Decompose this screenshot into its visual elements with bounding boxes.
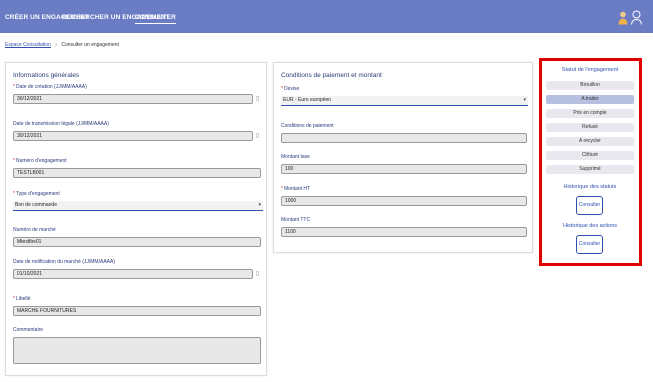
creation-date-field[interactable]: 30/12/2021	[13, 94, 253, 104]
general-info-title: Informations générales	[13, 72, 80, 79]
engagement-number-label: *Numéro d'engagement	[13, 158, 67, 164]
tax-amount-label: Montant taxe	[281, 154, 310, 160]
payment-conditions-field[interactable]	[281, 133, 527, 143]
status-item-brouillon[interactable]: Brouillon	[546, 81, 634, 90]
engagement-number-field[interactable]: TESTLB001	[13, 168, 261, 178]
chevron-down-icon: ▾	[258, 202, 261, 208]
amount-ht-label: *Montant HT	[281, 186, 311, 192]
market-number-label: Numéro de marché	[13, 227, 56, 233]
comment-label: Commentaire	[13, 327, 44, 333]
breadcrumb-link-espace-consultation[interactable]: Espace Consultation	[5, 42, 51, 48]
consult-status-history-button[interactable]: Consulter	[576, 196, 603, 215]
user-avatar-icon[interactable]	[631, 10, 642, 25]
creation-date-label: *Date de création (JJ/MM/AAAA)	[13, 84, 87, 90]
currency-select[interactable]: EUR - Euro européen ▾	[281, 96, 528, 106]
payment-conditions-label: Conditions de paiement	[281, 123, 334, 129]
status-item-supprime[interactable]: Supprimé	[546, 165, 634, 174]
calendar-icon[interactable]: ▯	[256, 95, 259, 102]
status-item-a-traiter[interactable]: A traiter	[546, 95, 634, 104]
engagement-type-value: Bon de commande	[15, 202, 57, 208]
consult-actions-history-button[interactable]: Consulter	[576, 235, 603, 254]
payment-conditions-panel	[273, 62, 533, 253]
label-field[interactable]: MARCHE FOURNITURES	[13, 306, 261, 316]
history-status-title: Historique des statuts	[563, 184, 617, 190]
status-item-pris-en-compte[interactable]: Pris en compte	[546, 109, 634, 118]
transmission-date-label: Date de transmission légale (JJ/MM/AAAA)	[13, 121, 109, 127]
breadcrumb: Espace Consultation › Consulter un engag…	[5, 42, 119, 48]
amount-ht-field[interactable]: 1000	[281, 196, 527, 206]
history-actions-title: Historique des actions	[562, 223, 618, 229]
status-title: Statut de l'engagement	[561, 67, 619, 73]
status-item-a-recycler[interactable]: A recycler	[546, 137, 634, 146]
amount-ttc-label: Montant TTC	[281, 217, 311, 223]
calendar-icon[interactable]: ▯	[256, 132, 259, 139]
nav-consult[interactable]: CONSULTER	[135, 14, 176, 24]
notification-date-field[interactable]: 01/10/2021	[13, 269, 253, 279]
breadcrumb-separator: ›	[55, 42, 57, 48]
market-number-field[interactable]: Mtestlbe01	[13, 237, 261, 247]
status-item-cloture[interactable]: Clôturé	[546, 151, 634, 160]
payment-conditions-title: Conditions de paiement et montant	[281, 72, 382, 79]
notification-date-label: Date de notification du marché (JJ/MM/AA…	[13, 259, 115, 265]
status-item-refuse[interactable]: Refusé	[546, 123, 634, 132]
person-icon[interactable]	[618, 11, 628, 25]
label-label: *Libellé	[13, 296, 31, 302]
transmission-date-field[interactable]: 30/12/2021	[13, 131, 253, 141]
breadcrumb-current: Consulter un engagement	[61, 42, 119, 48]
comment-textarea[interactable]	[13, 337, 261, 364]
engagement-type-select[interactable]: Bon de commande ▾	[13, 201, 263, 211]
currency-value: EUR - Euro européen	[283, 97, 332, 103]
calendar-icon[interactable]: ▯	[256, 270, 259, 277]
currency-label: *Devise	[281, 86, 300, 92]
tax-amount-field[interactable]: 100	[281, 164, 527, 174]
engagement-type-label: *Type d'engagement	[13, 191, 60, 197]
amount-ttc-field[interactable]: 1100	[281, 227, 527, 237]
top-navigation-bar: CRÉER UN ENGAGEMENT RECHERCHER UN ENGAGE…	[0, 0, 653, 33]
general-info-panel	[5, 62, 267, 376]
chevron-down-icon: ▾	[523, 97, 526, 103]
